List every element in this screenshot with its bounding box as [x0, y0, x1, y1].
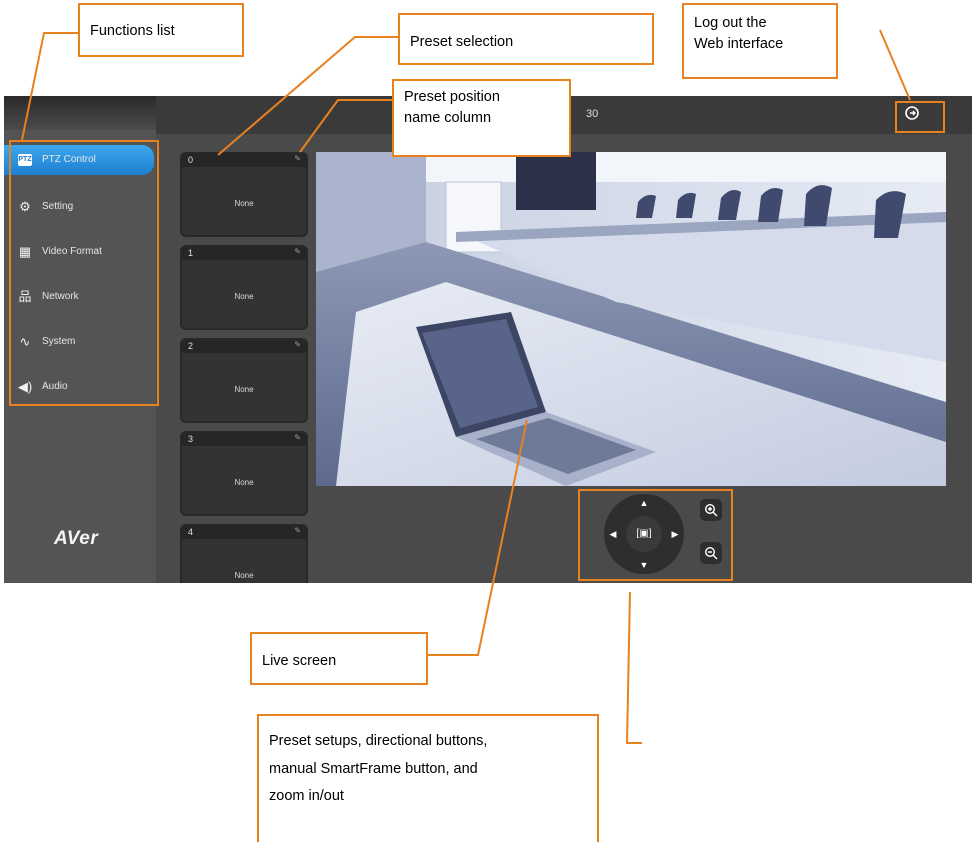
conference-room-image [316, 152, 946, 486]
preset-number: 3 [188, 434, 194, 444]
preset-card[interactable]: 4 ✎ None [180, 524, 308, 583]
logout-highlight [895, 101, 945, 133]
callout-text: Live screen [262, 653, 337, 669]
callout-text: zoom in/out [269, 788, 344, 805]
preset-header: 4 ✎ [182, 526, 306, 539]
preset-header: 2 ✎ [182, 340, 306, 353]
preset-header: 1 ✎ [182, 247, 306, 260]
preset-card[interactable]: 1 ✎ None [180, 245, 308, 330]
preset-card[interactable]: 0 ✎ None [180, 152, 308, 237]
controls-highlight [578, 489, 733, 581]
preset-number: 4 [188, 527, 194, 537]
callout-logout: Log out the Web interface [682, 3, 838, 79]
preset-number: 0 [188, 155, 194, 165]
preset-card[interactable]: 3 ✎ None [180, 431, 308, 516]
camera-name: 30 [586, 108, 599, 120]
callout-preset-name-column: Preset position name column [392, 79, 571, 157]
callout-preset-selection: Preset selection [398, 13, 654, 65]
preset-number: 2 [188, 341, 194, 351]
callout-text: Preset selection [410, 34, 514, 50]
callout-text: Preset setups, directional buttons, [269, 733, 488, 749]
callout-text: Log out the [694, 15, 767, 31]
preset-name: None [234, 571, 254, 580]
preset-header: 0 ✎ [182, 154, 306, 167]
callout-functions-list: Functions list [78, 3, 244, 57]
callout-text: manual SmartFrame button, and [269, 760, 478, 777]
preset-card[interactable]: 2 ✎ None [180, 338, 308, 423]
pencil-icon[interactable]: ✎ [294, 154, 301, 163]
callout-text: Preset position [404, 89, 500, 105]
functions-list-highlight [9, 140, 159, 406]
pencil-icon[interactable]: ✎ [294, 526, 301, 535]
pencil-icon[interactable]: ✎ [294, 340, 301, 349]
pencil-icon[interactable]: ✎ [294, 433, 301, 442]
preset-number: 1 [188, 248, 194, 258]
callout-text: Functions list [90, 23, 175, 39]
live-screen[interactable] [316, 152, 946, 486]
callout-preset-setups: Preset setups, directional buttons, manu… [257, 714, 599, 842]
pencil-icon[interactable]: ✎ [294, 247, 301, 256]
aver-logo: AVer [54, 528, 99, 549]
sidebar-header [4, 96, 156, 130]
preset-name: None [234, 478, 254, 487]
preset-header: 3 ✎ [182, 433, 306, 446]
preset-name: None [234, 292, 254, 301]
preset-name: None [234, 385, 254, 394]
callout-text: name column [404, 109, 492, 126]
callout-live-screen: Live screen [250, 632, 428, 685]
callout-text: Web interface [694, 35, 784, 52]
preset-name: None [234, 199, 254, 208]
